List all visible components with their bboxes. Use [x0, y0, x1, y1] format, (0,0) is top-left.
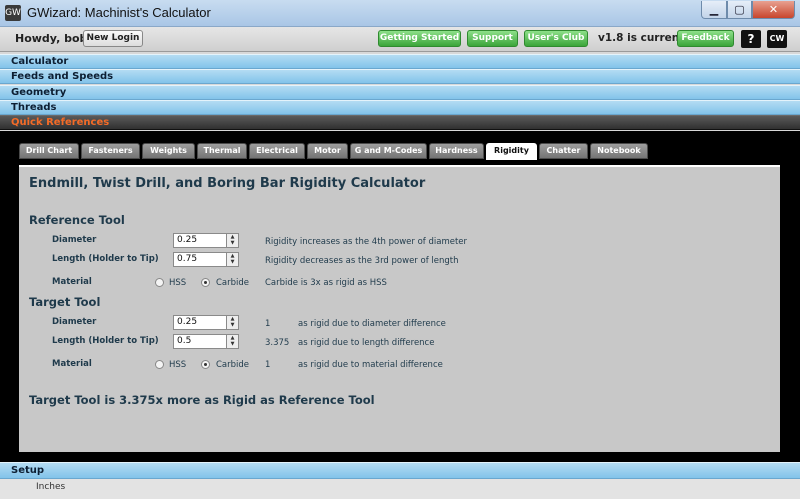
- target-hss-radio[interactable]: [155, 360, 164, 369]
- reference-diameter-stepper[interactable]: 0.25 ▲ ▼: [173, 233, 239, 248]
- section-threads[interactable]: Threads: [0, 100, 800, 115]
- down-arrow-icon[interactable]: ▼: [227, 259, 238, 265]
- reference-length-label: Length (Holder to Tip): [52, 254, 159, 264]
- reference-length-stepper[interactable]: 0.75 ▲ ▼: [173, 252, 239, 267]
- rigidity-result: Target Tool is 3.375x more as Rigid as R…: [29, 393, 375, 407]
- reference-hss-label: HSS: [169, 278, 187, 288]
- target-hss-label: HSS: [169, 360, 187, 370]
- reference-diameter-note: Rigidity increases as the 4th power of d…: [265, 237, 468, 247]
- reference-hss-radio[interactable]: [155, 278, 164, 287]
- reference-length-note: Rigidity decreases as the 3rd power of l…: [265, 256, 459, 266]
- down-arrow-icon[interactable]: ▼: [227, 341, 238, 347]
- target-diameter-label: Diameter: [52, 317, 97, 327]
- tab-notebook[interactable]: Notebook: [590, 143, 648, 159]
- feedback-button[interactable]: Feedback: [677, 30, 734, 47]
- section-feeds-and-speeds[interactable]: Feeds and Speeds: [0, 69, 800, 84]
- target-material-factor: 1: [265, 360, 271, 370]
- target-material-note: as rigid due to material difference: [298, 360, 443, 370]
- rigidity-calculator: Endmill, Twist Drill, and Boring Bar Rig…: [19, 165, 780, 452]
- maximize-button[interactable]: ▢: [727, 1, 752, 19]
- stepper-arrows[interactable]: ▲ ▼: [226, 234, 238, 247]
- target-carbide-radio[interactable]: [201, 360, 210, 369]
- tab-fasteners[interactable]: Fasteners: [81, 143, 140, 159]
- reference-tool-heading: Reference Tool: [29, 213, 125, 227]
- title-bar: GW GWizard: Machinist's Calculator ▁ ▢ ✕: [0, 0, 800, 27]
- close-button[interactable]: ✕: [752, 1, 795, 19]
- section-quick-references[interactable]: Quick References: [0, 115, 800, 130]
- section-geometry[interactable]: Geometry: [0, 85, 800, 100]
- down-arrow-icon[interactable]: ▼: [227, 322, 238, 328]
- help-icon[interactable]: ?: [741, 30, 761, 48]
- reference-carbide-radio[interactable]: [201, 278, 210, 287]
- quick-references-panel: Drill Chart Fasteners Weights Thermal El…: [0, 131, 800, 462]
- status-bar: Inches: [0, 479, 800, 499]
- tab-drill-chart[interactable]: Drill Chart: [19, 143, 79, 159]
- tab-hardness[interactable]: Hardness: [429, 143, 484, 159]
- reference-carbide-label: Carbide: [216, 278, 250, 288]
- target-diameter-factor: 1: [265, 319, 271, 329]
- users-club-button[interactable]: User's Club: [524, 30, 588, 47]
- target-material-label: Material: [52, 359, 92, 369]
- target-length-value: 0.5: [177, 336, 192, 346]
- getting-started-button[interactable]: Getting Started: [378, 30, 461, 47]
- reference-length-value: 0.75: [177, 254, 198, 264]
- version-status: v1.8 is current: [598, 32, 685, 44]
- stepper-arrows[interactable]: ▲ ▼: [226, 335, 238, 348]
- tab-chatter[interactable]: Chatter: [539, 143, 588, 159]
- target-diameter-note: as rigid due to diameter difference: [298, 319, 446, 329]
- new-login-button[interactable]: New Login: [83, 30, 143, 47]
- top-toolbar: Howdy, bob! New Login Getting Started Su…: [0, 27, 800, 52]
- target-diameter-value: 0.25: [177, 317, 198, 327]
- target-length-note: as rigid due to length difference: [298, 338, 435, 348]
- tab-rigidity[interactable]: Rigidity: [486, 143, 537, 160]
- tab-thermal[interactable]: Thermal: [197, 143, 247, 159]
- reference-diameter-label: Diameter: [52, 235, 97, 245]
- stepper-arrows[interactable]: ▲ ▼: [226, 253, 238, 266]
- target-length-stepper[interactable]: 0.5 ▲ ▼: [173, 334, 239, 349]
- reference-diameter-value: 0.25: [177, 235, 198, 245]
- content-divider: [19, 165, 780, 167]
- target-diameter-stepper[interactable]: 0.25 ▲ ▼: [173, 315, 239, 330]
- reference-material-note: Carbide is 3x as rigid as HSS: [265, 278, 387, 288]
- tab-motor[interactable]: Motor: [307, 143, 348, 159]
- reference-material-label: Material: [52, 277, 92, 287]
- target-tool-heading: Target Tool: [29, 295, 101, 309]
- tab-electrical[interactable]: Electrical: [249, 143, 305, 159]
- window-title: GWizard: Machinist's Calculator: [27, 5, 211, 20]
- greeting: Howdy, bob!: [15, 32, 93, 45]
- calculator-title: Endmill, Twist Drill, and Boring Bar Rig…: [29, 176, 426, 191]
- target-length-factor: 3.375: [265, 338, 290, 348]
- support-button[interactable]: Support: [467, 30, 518, 47]
- target-length-label: Length (Holder to Tip): [52, 336, 159, 346]
- down-arrow-icon[interactable]: ▼: [227, 240, 238, 246]
- target-carbide-label: Carbide: [216, 360, 250, 370]
- section-calculator[interactable]: Calculator: [0, 54, 800, 69]
- minimize-button[interactable]: ▁: [701, 1, 727, 19]
- stepper-arrows[interactable]: ▲ ▼: [226, 316, 238, 329]
- logo-icon[interactable]: CW: [767, 30, 787, 48]
- tab-weights[interactable]: Weights: [142, 143, 195, 159]
- tab-g-and-m-codes[interactable]: G and M-Codes: [350, 143, 427, 159]
- units-status: Inches: [36, 482, 66, 492]
- app-icon: GW: [5, 5, 21, 21]
- section-setup[interactable]: Setup: [0, 462, 800, 479]
